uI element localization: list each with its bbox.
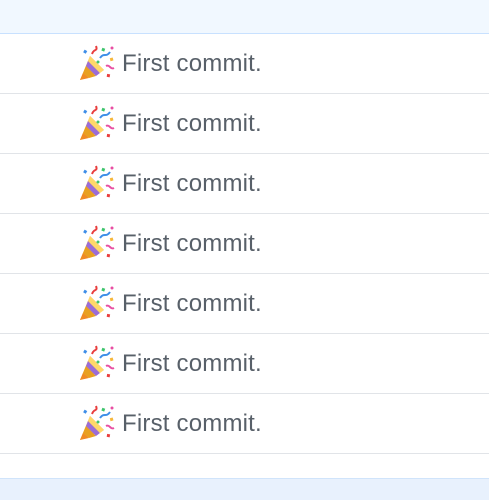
party-popper-icon bbox=[76, 44, 116, 84]
party-popper-icon bbox=[76, 224, 116, 264]
commit-message-cell[interactable]: First commit. bbox=[76, 284, 262, 324]
commit-message-cell[interactable]: First commit. bbox=[76, 404, 262, 444]
commit-row: First commit. bbox=[0, 94, 489, 154]
commit-message: First commit. bbox=[122, 349, 262, 377]
commit-message: First commit. bbox=[122, 49, 262, 77]
party-popper-icon bbox=[76, 344, 116, 384]
commit-message: First commit. bbox=[122, 169, 262, 197]
commit-list-page: First commit. First commit. First commit… bbox=[0, 0, 489, 500]
header-band bbox=[0, 0, 489, 34]
commit-message-cell[interactable]: First commit. bbox=[76, 224, 262, 264]
commit-message-cell[interactable]: First commit. bbox=[76, 104, 262, 144]
commit-message: First commit. bbox=[122, 409, 262, 437]
commit-message-cell[interactable]: First commit. bbox=[76, 44, 262, 84]
party-popper-icon bbox=[76, 284, 116, 324]
commit-row: First commit. bbox=[0, 394, 489, 454]
commit-message-cell[interactable]: First commit. bbox=[76, 164, 262, 204]
commit-row: First commit. bbox=[0, 274, 489, 334]
commit-row: First commit. bbox=[0, 34, 489, 94]
commit-message: First commit. bbox=[122, 289, 262, 317]
party-popper-icon bbox=[76, 164, 116, 204]
commit-row: First commit. bbox=[0, 334, 489, 394]
commit-message: First commit. bbox=[122, 229, 262, 257]
commit-message-cell[interactable]: First commit. bbox=[76, 344, 262, 384]
commit-row: First commit. bbox=[0, 154, 489, 214]
party-popper-icon bbox=[76, 104, 116, 144]
party-popper-icon bbox=[76, 404, 116, 444]
commit-row: First commit. bbox=[0, 214, 489, 274]
footer-band bbox=[0, 478, 489, 500]
commit-message: First commit. bbox=[122, 109, 262, 137]
commit-list: First commit. First commit. First commit… bbox=[0, 34, 489, 454]
